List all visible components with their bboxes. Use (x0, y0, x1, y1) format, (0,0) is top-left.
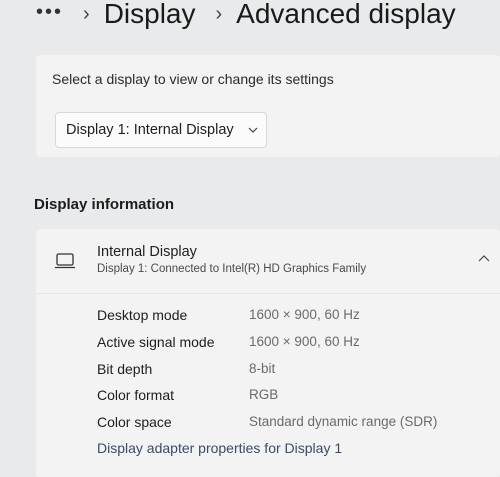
info-value: 1600 × 900, 60 Hz (249, 307, 360, 322)
display-information-card: Internal Display Display 1: Connected to… (36, 229, 500, 477)
info-value: Standard dynamic range (SDR) (249, 414, 438, 429)
chevron-down-icon (248, 124, 258, 136)
info-key: Desktop mode (97, 307, 188, 323)
info-key: Color format (97, 387, 175, 403)
select-display-card: Select a display to view or change its s… (36, 55, 500, 157)
collapse-button[interactable] (474, 248, 494, 268)
info-value: RGB (249, 387, 279, 402)
info-row-color-space: Color space Standard dynamic range (SDR) (97, 414, 487, 436)
display-subtitle: Display 1: Connected to Intel(R) HD Grap… (97, 263, 367, 275)
chevron-up-icon (478, 249, 490, 267)
more-icon[interactable]: ••• (36, 1, 63, 24)
display-name: Internal Display (97, 244, 197, 260)
info-row-color-format: Color format RGB (97, 387, 487, 409)
info-row-desktop-mode: Desktop mode 1600 × 900, 60 Hz (97, 307, 487, 329)
info-row-active-signal-mode: Active signal mode 1600 × 900, 60 Hz (97, 334, 487, 356)
chevron-right-icon: › (215, 2, 223, 25)
display-adapter-properties-link[interactable]: Display adapter properties for Display 1 (97, 440, 342, 456)
info-key: Bit depth (97, 361, 153, 377)
info-key: Active signal mode (97, 334, 215, 350)
info-value: 1600 × 900, 60 Hz (249, 334, 360, 349)
info-key: Color space (97, 414, 172, 430)
divider (36, 293, 500, 294)
display-dropdown[interactable]: Display 1: Internal Display (55, 112, 267, 148)
monitor-icon (54, 252, 76, 270)
page-title: Advanced display (236, 0, 456, 29)
select-display-label: Select a display to view or change its s… (52, 71, 334, 87)
info-row-bit-depth: Bit depth 8-bit (97, 361, 487, 383)
breadcrumb-item-display[interactable]: Display (104, 0, 196, 30)
breadcrumb: ••• › Display › Advanced display (0, 0, 500, 34)
chevron-right-icon: › (83, 2, 90, 25)
section-title-display-information: Display information (34, 196, 175, 213)
info-value: 8-bit (249, 361, 276, 376)
display-dropdown-value: Display 1: Internal Display (66, 122, 234, 138)
